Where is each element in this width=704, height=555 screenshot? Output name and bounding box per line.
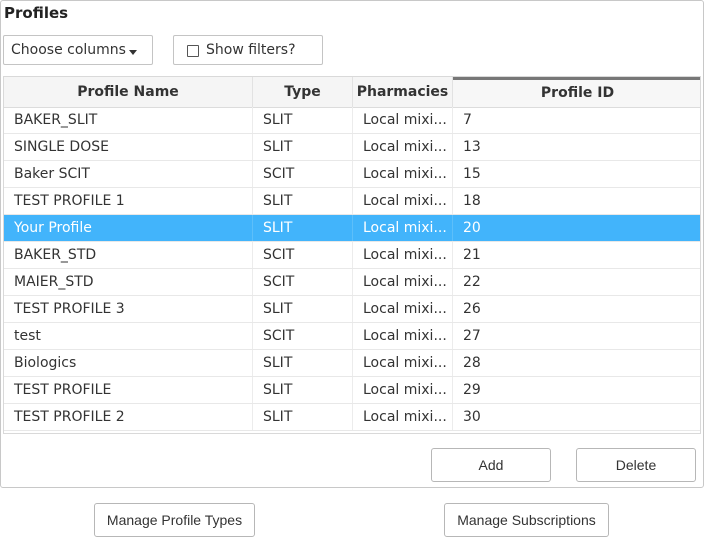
- cell-type: SLIT: [253, 296, 353, 322]
- manage-profile-types-button[interactable]: Manage Profile Types: [94, 503, 255, 537]
- cell-name: TEST PROFILE 2: [4, 404, 253, 430]
- cell-pharmacies: Local mixi...: [353, 350, 453, 376]
- table-row[interactable]: TEST PROFILE 1 SLIT Local mixi... 18: [4, 188, 700, 215]
- cell-name: Your Profile: [4, 215, 253, 241]
- cell-pharmacies: Local mixi...: [353, 215, 453, 241]
- cell-name: BAKER_STD: [4, 242, 253, 268]
- cell-id: 28: [463, 355, 481, 371]
- cell-type: SLIT: [253, 188, 353, 214]
- cell-id: 7: [463, 112, 472, 128]
- cell-id: 22: [463, 274, 481, 290]
- column-header-profile-id[interactable]: Profile ID: [453, 77, 700, 107]
- cell-name: test: [4, 323, 253, 349]
- cell-type: SCIT: [253, 323, 353, 349]
- column-header-type[interactable]: Type: [253, 77, 353, 107]
- column-header-pharmacies[interactable]: Pharmacies: [353, 77, 453, 107]
- cell-type: SLIT: [253, 404, 353, 430]
- cell-name: MAIER_STD: [4, 269, 253, 295]
- cell-type: SCIT: [253, 269, 353, 295]
- manage-subscriptions-button[interactable]: Manage Subscriptions: [444, 503, 609, 537]
- cell-pharmacies: Local mixi...: [353, 269, 453, 295]
- table-row[interactable]: MAIER_STD SCIT Local mixi... 22: [4, 269, 700, 296]
- choose-columns-dropdown[interactable]: Choose columns: [3, 35, 153, 65]
- cell-name: SINGLE DOSE: [4, 134, 253, 160]
- cell-pharmacies: Local mixi...: [353, 134, 453, 160]
- cell-pharmacies: Local mixi...: [353, 242, 453, 268]
- cell-name: Baker SCIT: [4, 161, 253, 187]
- cell-id: 21: [463, 247, 481, 263]
- caret-down-icon: [129, 50, 137, 55]
- profiles-panel: Profiles Choose columns Show filters? Pr…: [0, 0, 704, 488]
- show-filters-toggle[interactable]: Show filters?: [173, 35, 323, 65]
- cell-id: 15: [463, 166, 481, 182]
- cell-id: 20: [463, 220, 481, 236]
- cell-pharmacies: Local mixi...: [353, 404, 453, 430]
- cell-type: SLIT: [253, 107, 353, 133]
- show-filters-label: Show filters?: [206, 42, 296, 58]
- cell-id: 26: [463, 301, 481, 317]
- cell-type: SLIT: [253, 215, 353, 241]
- table-row[interactable]: Biologics SLIT Local mixi... 28: [4, 350, 700, 377]
- cell-pharmacies: Local mixi...: [353, 107, 453, 133]
- show-filters-checkbox[interactable]: [187, 45, 199, 57]
- cell-id: 27: [463, 328, 481, 344]
- cell-id: 29: [463, 382, 481, 398]
- add-button[interactable]: Add: [431, 448, 551, 482]
- delete-button[interactable]: Delete: [576, 448, 696, 482]
- cell-type: SLIT: [253, 377, 353, 403]
- cell-name: BAKER_SLIT: [4, 107, 253, 133]
- table-row[interactable]: SINGLE DOSE SLIT Local mixi... 13: [4, 134, 700, 161]
- table-row[interactable]: Baker SCIT SCIT Local mixi... 15: [4, 161, 700, 188]
- table-row[interactable]: TEST PROFILE SLIT Local mixi... 29: [4, 377, 700, 404]
- table-row[interactable]: Your Profile SLIT Local mixi... 20: [4, 215, 700, 242]
- cell-type: SCIT: [253, 161, 353, 187]
- cell-pharmacies: Local mixi...: [353, 377, 453, 403]
- cell-id: 30: [463, 409, 481, 425]
- table-row[interactable]: TEST PROFILE 3 SLIT Local mixi... 26: [4, 296, 700, 323]
- cell-name: TEST PROFILE 3: [4, 296, 253, 322]
- cell-id: 18: [463, 193, 481, 209]
- choose-columns-label: Choose columns: [11, 42, 126, 58]
- cell-id: 13: [463, 139, 481, 155]
- table-row[interactable]: test SCIT Local mixi... 27: [4, 323, 700, 350]
- cell-pharmacies: Local mixi...: [353, 161, 453, 187]
- cell-type: SLIT: [253, 134, 353, 160]
- cell-type: SCIT: [253, 242, 353, 268]
- profiles-grid: Profile Name Type Pharmacies Profile ID …: [3, 76, 701, 434]
- table-row[interactable]: TEST PROFILE 2 SLIT Local mixi... 30: [4, 404, 700, 431]
- table-row[interactable]: BAKER_SLIT SLIT Local mixi... 7: [4, 107, 700, 134]
- cell-type: SLIT: [253, 350, 353, 376]
- cell-name: TEST PROFILE 1: [4, 188, 253, 214]
- table-row[interactable]: BAKER_STD SCIT Local mixi... 21: [4, 242, 700, 269]
- grid-header: Profile Name Type Pharmacies Profile ID: [4, 77, 700, 108]
- cell-name: TEST PROFILE: [4, 377, 253, 403]
- panel-title: Profiles: [4, 4, 69, 22]
- cell-name: Biologics: [4, 350, 253, 376]
- cell-pharmacies: Local mixi...: [353, 188, 453, 214]
- cell-pharmacies: Local mixi...: [353, 323, 453, 349]
- cell-pharmacies: Local mixi...: [353, 296, 453, 322]
- column-header-profile-name[interactable]: Profile Name: [4, 77, 253, 107]
